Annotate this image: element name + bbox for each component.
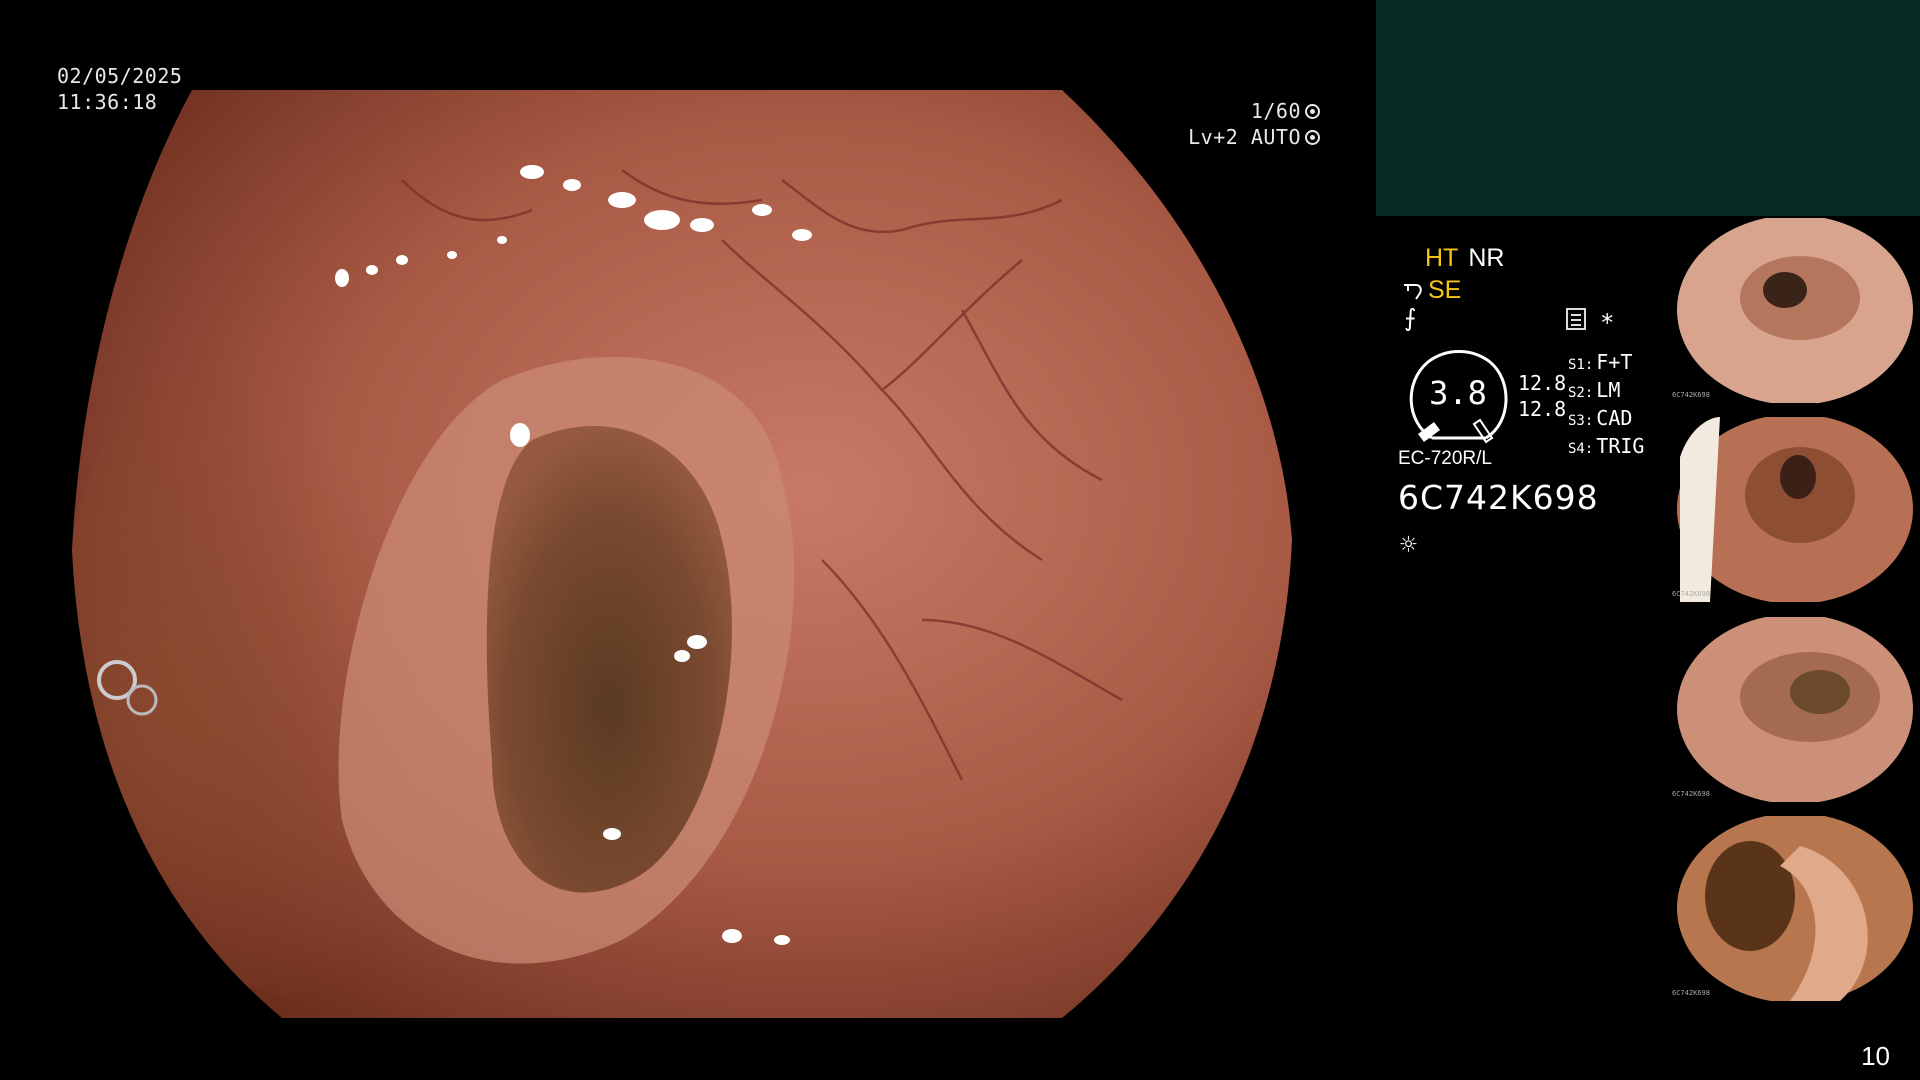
record-preview-panel xyxy=(1376,0,1920,216)
capture-thumbnail[interactable]: 6C742K698 xyxy=(1670,417,1920,602)
gain-values: 12.8 12.8 xyxy=(1518,370,1566,422)
dial-gauge: 3.8 xyxy=(1402,350,1514,446)
thumbnail-image xyxy=(1670,816,1920,1001)
iris-icon xyxy=(1305,129,1320,145)
gain-bottom: 12.8 xyxy=(1518,397,1567,421)
freeze-icon: ⨍ xyxy=(1404,304,1417,332)
nr-indicator: NR xyxy=(1468,244,1505,272)
scope-serial: 6C742K698 xyxy=(1398,478,1599,517)
processor-status-panel: HT NR SE ⨍ ∗ 3.8 12.8 12.8 S1: F+T S2: L… xyxy=(1398,238,1658,561)
dial-value: 3.8 xyxy=(1429,374,1487,412)
switch-item: S3: CAD xyxy=(1568,406,1633,430)
thumbnail-serial: 6C742K698 xyxy=(1672,989,1710,997)
thumbnail-serial: 6C742K698 xyxy=(1672,590,1710,598)
scope-model: EC-720R/L xyxy=(1398,448,1492,469)
switch-item: S2: LM xyxy=(1568,378,1621,402)
scope-switch-list: S1: F+T S2: LM S3: CAD S4: TRIG xyxy=(1568,350,1644,462)
capture-thumbnail[interactable]: 6C742K698 xyxy=(1670,617,1920,802)
scope-bend-icon xyxy=(1404,283,1422,300)
switch-item: S1: F+T xyxy=(1568,350,1633,374)
switch-item: S4: TRIG xyxy=(1568,434,1645,458)
thumbnail-image xyxy=(1670,617,1920,802)
aperture-icon xyxy=(1305,103,1320,119)
time-text: 11:36:18 xyxy=(57,90,158,114)
structure-enhancement: SE xyxy=(1402,276,1461,305)
ht-indicator: HT xyxy=(1425,244,1459,272)
se-indicator: SE xyxy=(1428,276,1462,304)
thumbnail-serial: 6C742K698 xyxy=(1672,790,1710,798)
capture-thumbnail[interactable]: 6C742K698 xyxy=(1670,218,1920,403)
enhancement-modes: HT NR xyxy=(1425,244,1504,273)
thumbnail-image xyxy=(1670,417,1920,602)
datetime-readout: 02/05/2025 11:36:18 xyxy=(57,63,182,115)
shutter-speed-text: 1/60 xyxy=(1250,99,1301,123)
date-text: 02/05/2025 xyxy=(57,64,183,88)
page-number: 10 xyxy=(1861,1041,1890,1071)
capture-thumbnail[interactable]: 6C742K698 xyxy=(1670,816,1920,1001)
thumbnail-image xyxy=(1670,218,1920,403)
memo-icon xyxy=(1566,308,1586,330)
iris-mode-text: Lv+2 AUTO xyxy=(1188,125,1301,149)
colon-lumen-image xyxy=(72,90,1292,1018)
light-source-icon: ☼ xyxy=(1400,528,1417,561)
exposure-readout: 1/60 Lv+2 AUTO xyxy=(1188,98,1320,150)
gain-top: 12.8 xyxy=(1518,371,1567,395)
thumbnail-serial: 6C742K698 xyxy=(1672,391,1710,399)
endoscope-main-view xyxy=(62,60,1310,1018)
asterisk-icon: ∗ xyxy=(1600,304,1615,332)
